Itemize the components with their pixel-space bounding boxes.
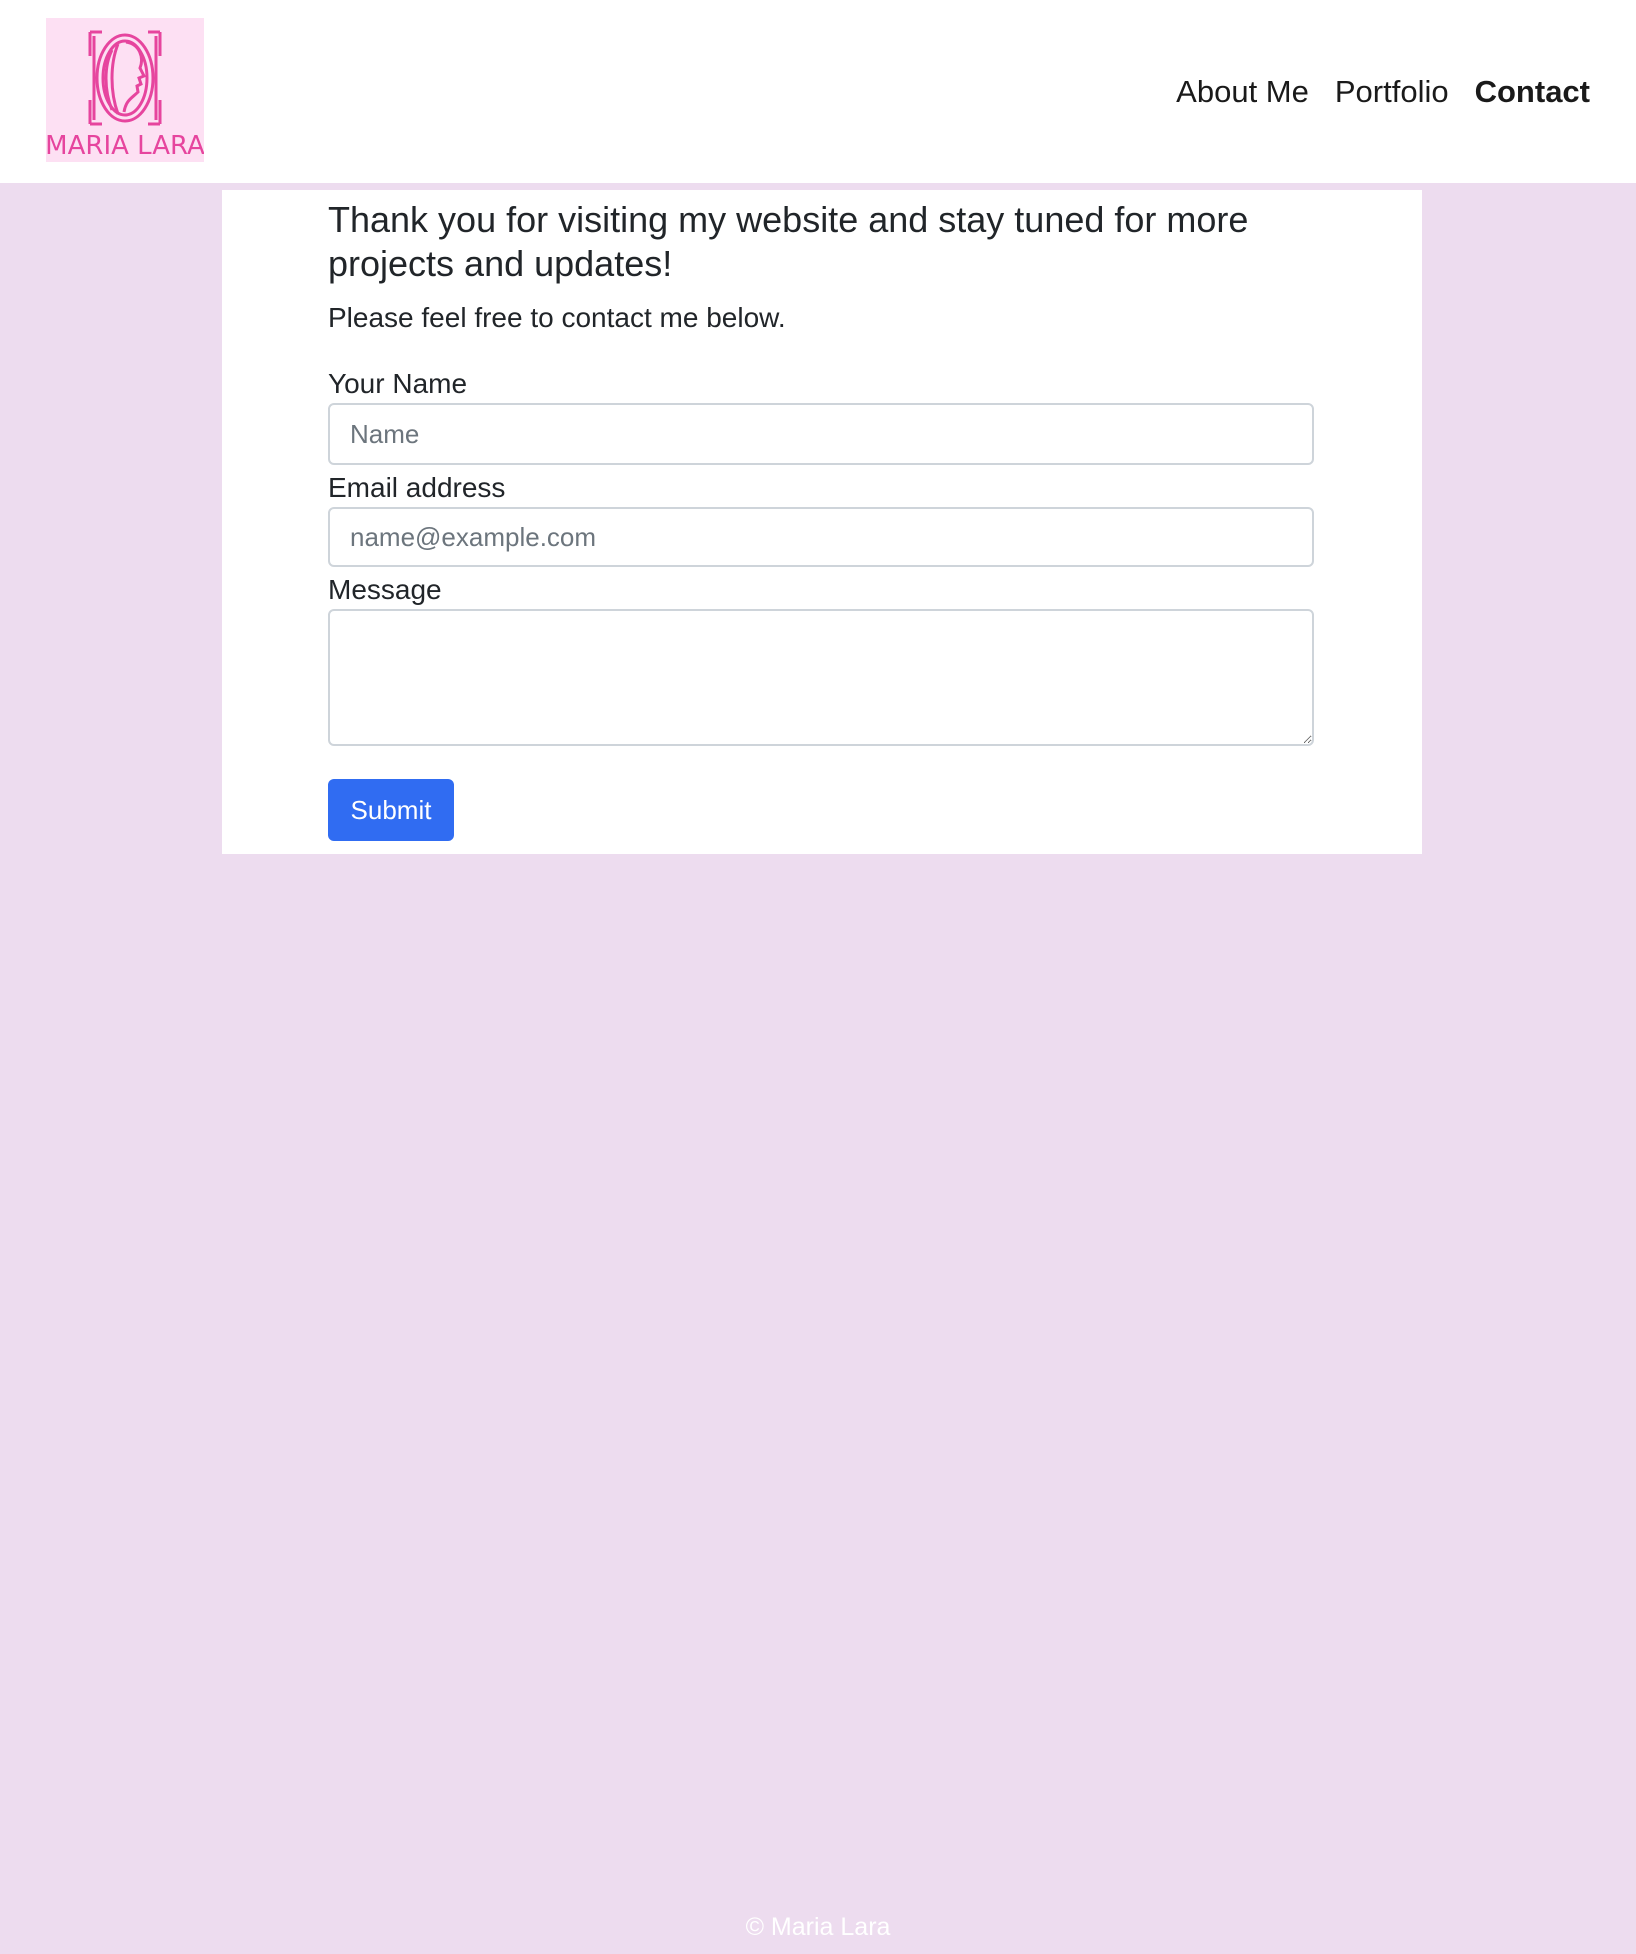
message-label: Message	[328, 574, 442, 605]
nav-portfolio[interactable]: Portfolio	[1335, 70, 1449, 114]
nav-contact[interactable]: Contact	[1475, 70, 1590, 114]
contact-card: Thank you for visiting my website and st…	[222, 190, 1422, 854]
name-label: Your Name	[328, 368, 468, 399]
svg-text:MARIA LARA: MARIA LARA	[46, 131, 204, 161]
main-nav: About Me Portfolio Contact	[1176, 70, 1590, 114]
brand-logo[interactable]: MARIA LARA	[46, 18, 204, 162]
email-label: Email address	[328, 472, 506, 503]
nav-about-me[interactable]: About Me	[1176, 70, 1309, 114]
page-heading: Thank you for visiting my website and st…	[328, 199, 1249, 284]
contact-form: Your Name Email address Message Submit	[328, 365, 1314, 841]
footer-copyright: © Maria Lara	[745, 1913, 891, 1941]
contact-intro: Please feel free to contact me below.	[328, 302, 786, 333]
name-input[interactable]	[328, 403, 1314, 465]
submit-button[interactable]: Submit	[328, 779, 454, 841]
contact-content: Thank you for visiting my website and st…	[328, 198, 1314, 841]
email-input[interactable]	[328, 507, 1314, 567]
message-textarea[interactable]	[328, 609, 1314, 746]
maria-lara-logo-icon: MARIA LARA	[46, 30, 204, 161]
navbar: MARIA LARA About Me Portfolio Contact	[0, 0, 1636, 183]
